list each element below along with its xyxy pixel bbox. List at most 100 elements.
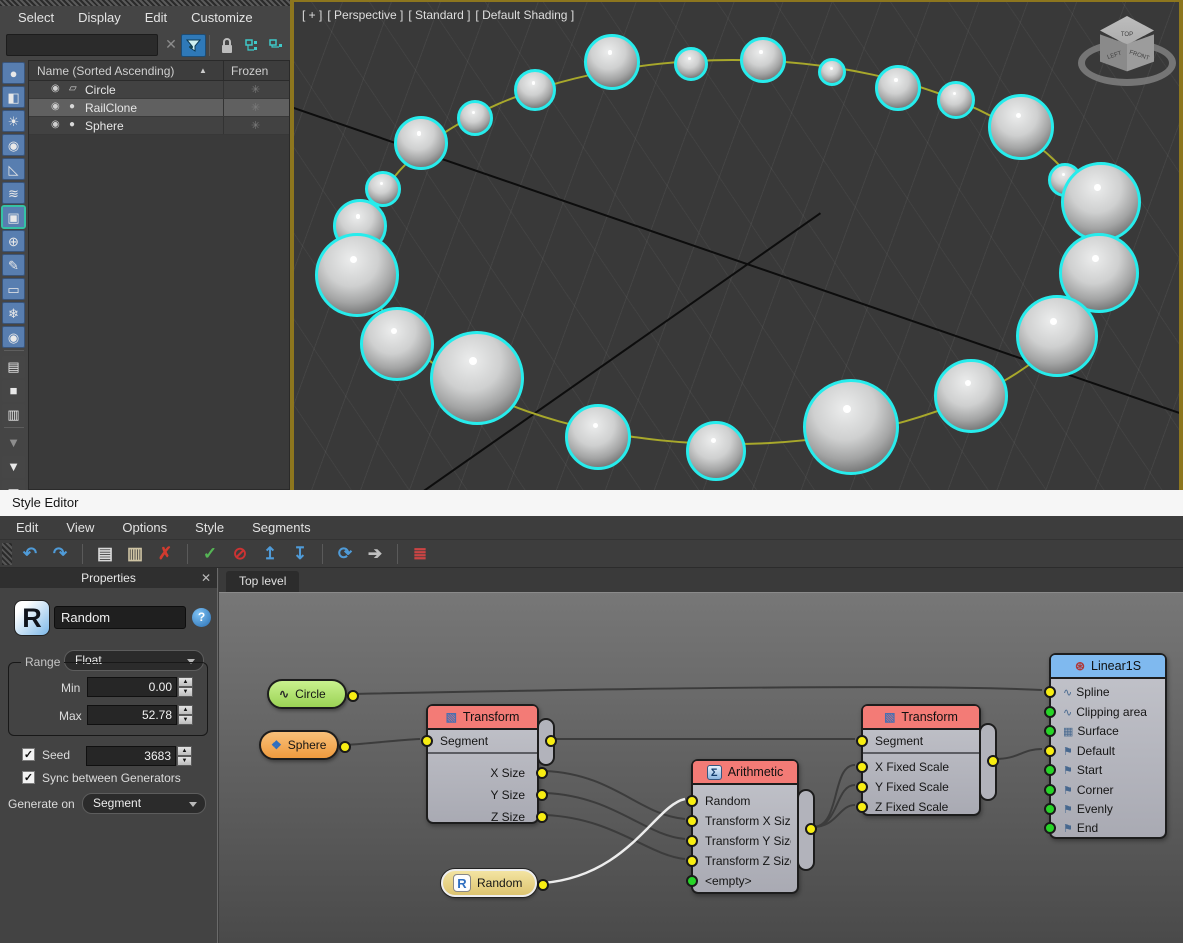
input-port-spline[interactable]: [1044, 686, 1056, 698]
redo-button[interactable]: ↷: [48, 543, 72, 565]
output-port[interactable]: [339, 741, 351, 753]
node-header[interactable]: ▧Transform: [863, 706, 979, 730]
scattered-sphere[interactable]: [565, 404, 631, 470]
input-port-y-fixed-scale[interactable]: [856, 781, 868, 793]
menu-select[interactable]: Select: [18, 10, 54, 25]
node-name-field[interactable]: [54, 606, 186, 629]
column-frozen[interactable]: Frozen: [231, 64, 268, 78]
scattered-sphere[interactable]: [394, 116, 448, 170]
undo-button[interactable]: ↶: [18, 543, 42, 565]
input-port-evenly[interactable]: [1044, 803, 1056, 815]
explorer-row-railclone[interactable]: ◉●RailClone✳: [29, 99, 289, 117]
display-filter-icon[interactable]: ▼: [2, 456, 25, 478]
display-shapes-icon[interactable]: ◧: [2, 86, 25, 108]
input-port-default[interactable]: [1044, 745, 1056, 757]
menu-edit[interactable]: Edit: [145, 10, 167, 25]
generate-on-dropdown[interactable]: Segment: [82, 793, 206, 814]
toolbar-drag-handle[interactable]: [2, 543, 12, 565]
scattered-sphere[interactable]: [1016, 295, 1098, 377]
scattered-sphere[interactable]: [803, 379, 899, 475]
output-port[interactable]: [987, 755, 999, 767]
input-port-segment[interactable]: [856, 735, 868, 747]
collapse-all-button[interactable]: [264, 34, 289, 57]
max-field[interactable]: 52.78: [87, 705, 177, 725]
panel-drag-handle[interactable]: [0, 0, 290, 6]
explorer-row-circle[interactable]: ◉▱Circle✳: [29, 81, 289, 99]
scattered-sphere[interactable]: [1061, 162, 1141, 242]
node-canvas[interactable]: ∿Circle❖Sphere▧TransformSegmentX SizeY S…: [219, 592, 1183, 943]
display-cameras-icon[interactable]: ◉: [2, 134, 25, 156]
input-port-z-fixed-scale[interactable]: [856, 801, 868, 813]
scattered-sphere[interactable]: [875, 65, 921, 111]
menu-customize[interactable]: Customize: [191, 10, 252, 25]
column-name[interactable]: Name (Sorted Ascending): [37, 64, 174, 78]
properties-panel-header[interactable]: Properties ✕: [0, 568, 217, 588]
seed-spinner[interactable]: ▲▼: [177, 746, 192, 766]
scattered-sphere[interactable]: [430, 331, 524, 425]
copy-button[interactable]: ▤: [93, 543, 117, 565]
display-blank-view-icon[interactable]: ■: [2, 380, 25, 402]
explorer-row-sphere[interactable]: ◉●Sphere✳: [29, 117, 289, 135]
scattered-sphere[interactable]: [514, 69, 556, 111]
refresh-button[interactable]: ⟳: [333, 543, 357, 565]
output-port-y-size[interactable]: [536, 789, 548, 801]
view-cube[interactable]: TOP LEFT FRONT: [1072, 16, 1182, 116]
notes-button[interactable]: ≣: [408, 543, 432, 565]
sphere-node[interactable]: ❖Sphere: [259, 730, 339, 760]
input-port-corner[interactable]: [1044, 784, 1056, 796]
search-filter-button[interactable]: [181, 34, 206, 57]
viewport[interactable]: [ + ][ Perspective ][ Standard ][ Defaul…: [290, 0, 1183, 490]
collapse-bottom-button[interactable]: ↧: [288, 543, 312, 565]
display-helpers-icon[interactable]: ◺: [2, 158, 25, 180]
editor-menu-view[interactable]: View: [66, 520, 94, 535]
min-field[interactable]: 0.00: [87, 677, 177, 697]
input-port-x-fixed-scale[interactable]: [856, 761, 868, 773]
eye-icon[interactable]: ◉: [51, 83, 60, 94]
display-hidden-toggle-icon[interactable]: ◉: [2, 326, 25, 348]
input-port-clipping-area[interactable]: [1044, 706, 1056, 718]
max-spinner[interactable]: ▲▼: [178, 705, 193, 725]
editor-menu-style[interactable]: Style: [195, 520, 224, 535]
display-list-view-icon[interactable]: ▤: [2, 356, 25, 378]
display-filter-config-icon[interactable]: ▼: [2, 432, 25, 454]
input-port-transform-y-size[interactable]: [686, 835, 698, 847]
display-space-warps-icon[interactable]: ≋: [2, 182, 25, 204]
clear-search-icon[interactable]: ✕: [163, 36, 179, 53]
scattered-sphere[interactable]: [360, 307, 434, 381]
help-button[interactable]: ?: [192, 608, 211, 627]
window-title[interactable]: Style Editor: [0, 490, 1183, 516]
lock-button[interactable]: [214, 34, 239, 57]
frozen-icon[interactable]: ✳: [251, 101, 260, 114]
viewport-label-segment[interactable]: [ Standard ]: [408, 8, 470, 22]
output-port-z-size[interactable]: [536, 811, 548, 823]
sync-checkbox[interactable]: [22, 771, 35, 784]
display-containers-icon[interactable]: ▭: [2, 278, 25, 300]
tab-top-level[interactable]: Top level: [226, 571, 299, 592]
display-lights-icon[interactable]: ☀: [2, 110, 25, 132]
apply-button[interactable]: ✓: [198, 543, 222, 565]
transform-node-1[interactable]: ▧TransformSegmentX SizeY SizeZ Size: [426, 704, 539, 824]
expand-all-button[interactable]: [240, 34, 265, 57]
input-port-end[interactable]: [1044, 822, 1056, 834]
scattered-sphere[interactable]: [674, 47, 708, 81]
input-port--empty-[interactable]: [686, 875, 698, 887]
display-groups-icon[interactable]: ▣: [2, 206, 25, 228]
output-port-x-size[interactable]: [536, 767, 548, 779]
scattered-sphere[interactable]: [988, 94, 1054, 160]
viewport-label-segment[interactable]: [ Default Shading ]: [475, 8, 574, 22]
search-input[interactable]: [6, 34, 158, 56]
scattered-sphere[interactable]: [934, 359, 1008, 433]
frozen-icon[interactable]: ✳: [251, 119, 260, 132]
input-port-transform-x-size[interactable]: [686, 815, 698, 827]
seed-field[interactable]: 3683: [86, 746, 176, 766]
input-port-segment[interactable]: [421, 735, 433, 747]
collapse-top-button[interactable]: ↥: [258, 543, 282, 565]
close-icon[interactable]: ✕: [201, 568, 211, 588]
frozen-icon[interactable]: ✳: [251, 83, 260, 96]
display-geometry-icon[interactable]: ●: [2, 62, 25, 84]
display-xrefs-icon[interactable]: ⊕: [2, 230, 25, 252]
menu-display[interactable]: Display: [78, 10, 121, 25]
scattered-sphere[interactable]: [937, 81, 975, 119]
output-port[interactable]: [537, 879, 549, 891]
scattered-sphere[interactable]: [584, 34, 640, 90]
